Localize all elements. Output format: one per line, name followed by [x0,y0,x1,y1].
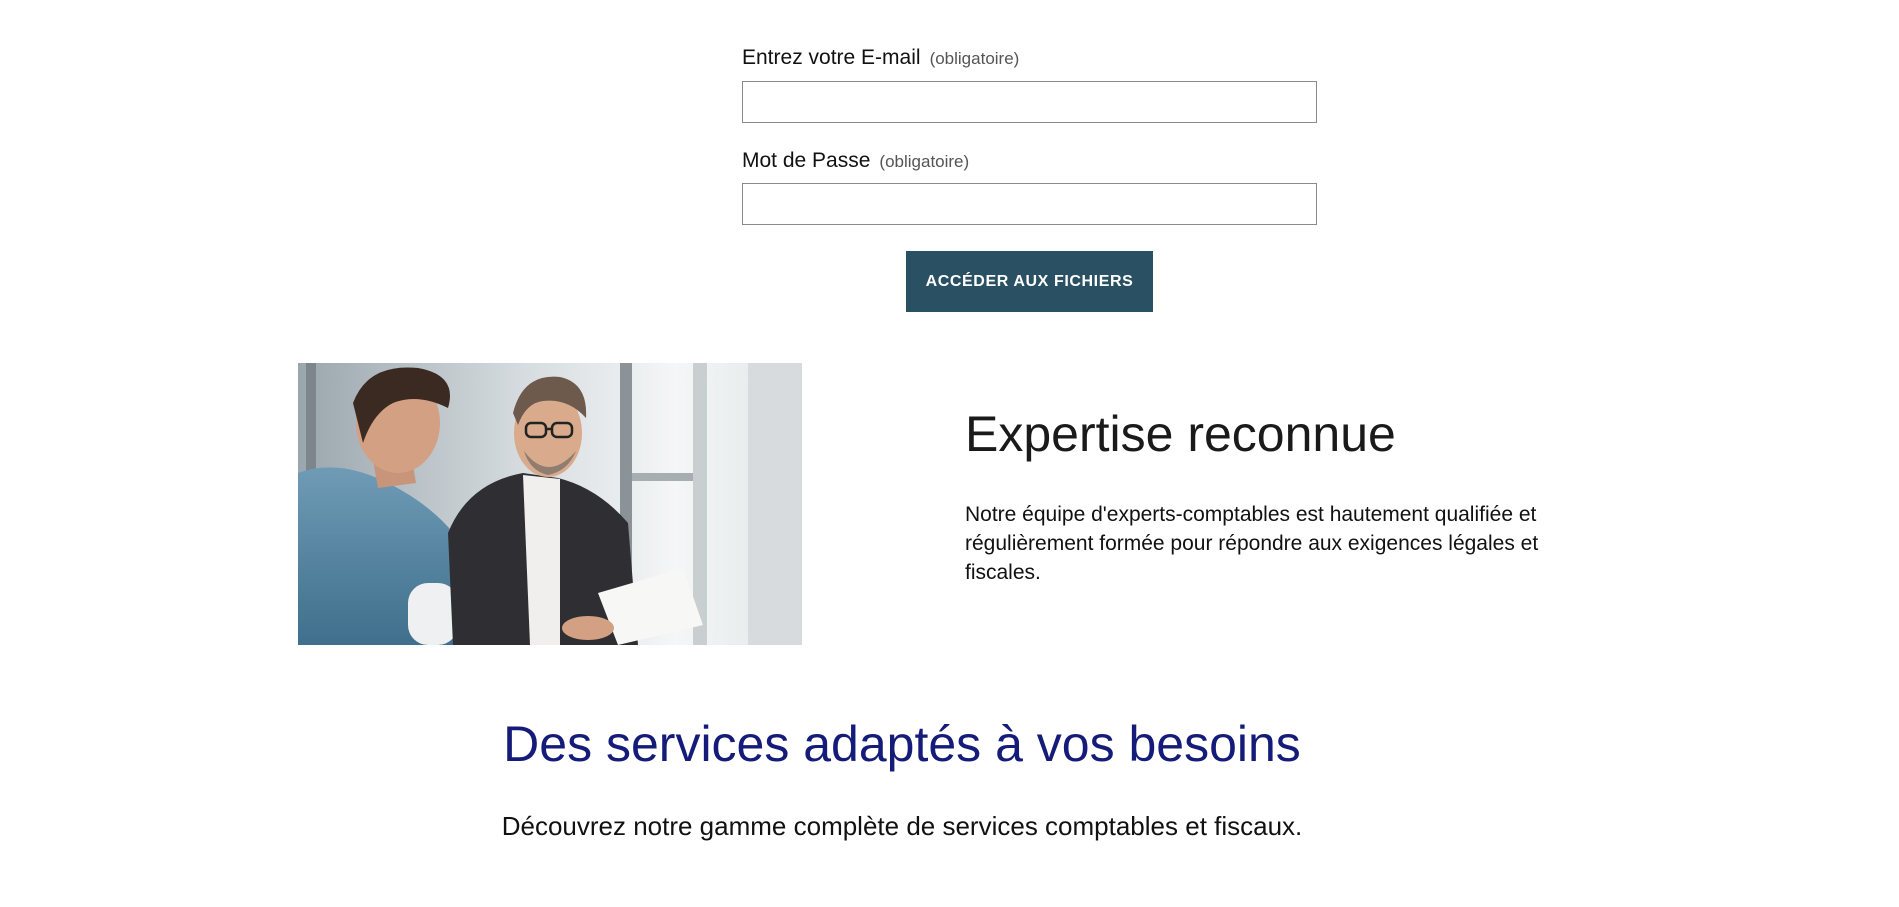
password-required-note: (obligatoire) [879,152,970,171]
password-label-text: Mot de Passe [742,149,871,172]
services-subtitle: Découvrez notre gamme complète de servic… [501,811,1303,841]
email-required-note: (obligatoire) [929,49,1020,68]
feature-photo [298,363,802,645]
email-label-text: Entrez votre E-mail [742,46,921,69]
password-label: Mot de Passe (obligatoire) [742,149,969,173]
feature-text: Notre équipe d'experts-comptables est ha… [965,503,1539,584]
email-label: Entrez votre E-mail (obligatoire) [742,46,1019,70]
email-field[interactable] [742,81,1317,123]
access-files-button[interactable]: Accéder aux fichiers [906,251,1153,312]
services-title: Des services adaptés à vos besoins [503,716,1301,772]
feature-title: Expertise reconnue [965,406,1396,462]
password-field[interactable] [742,183,1317,225]
